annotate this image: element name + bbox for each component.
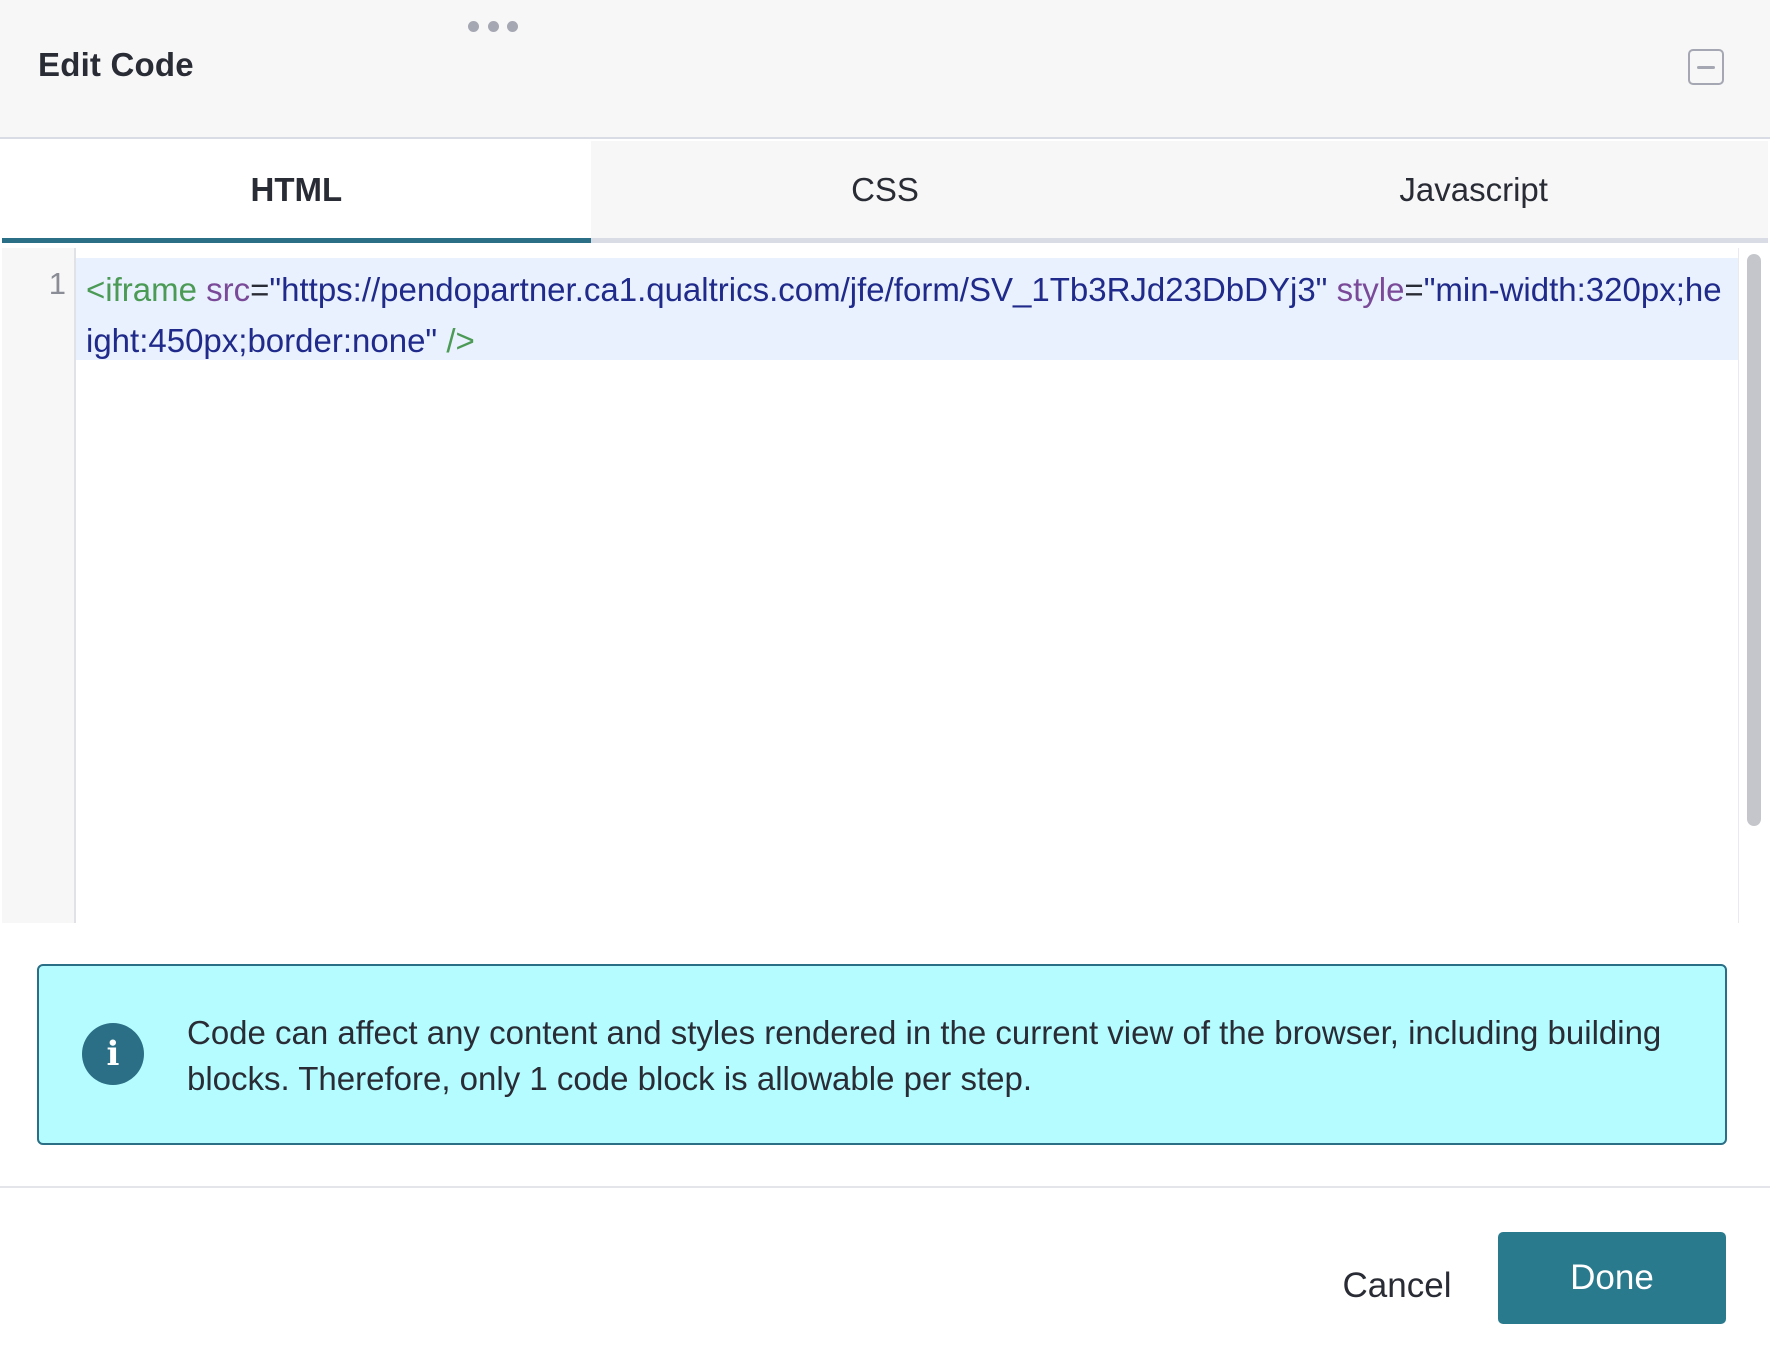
minimize-icon[interactable] xyxy=(1688,49,1724,85)
line-number: 1 xyxy=(48,266,66,301)
minimize-bar xyxy=(1697,65,1715,69)
drag-dot xyxy=(487,20,499,32)
line-gutter: 1 xyxy=(2,248,76,923)
info-banner: i Code can affect any content and styles… xyxy=(37,964,1727,1145)
code-editor[interactable]: 1 <iframe src="https://pendopartner.ca1.… xyxy=(2,248,1768,923)
drag-dot xyxy=(468,20,479,32)
code-tabs: HTML CSS Javascript xyxy=(2,141,1768,243)
scrollbar-thumb[interactable] xyxy=(1747,254,1761,826)
dialog-title: Edit Code xyxy=(38,46,194,83)
code-attr-src: src xyxy=(206,271,251,308)
code-src-value: "https://pendopartner.ca1.qualtrics.com/… xyxy=(269,271,1328,308)
code-tag-close: /> xyxy=(446,322,475,359)
dialog-footer: Cancel Done xyxy=(0,1186,1770,1360)
cancel-button[interactable]: Cancel xyxy=(1322,1256,1472,1316)
code-equals: = xyxy=(250,271,270,308)
code-equals: = xyxy=(1404,271,1424,308)
tab-javascript[interactable]: Javascript xyxy=(1179,141,1768,238)
dialog-header: Edit Code xyxy=(0,0,1770,139)
edit-code-dialog: Edit Code HTML CSS Javascript 1 <iframe … xyxy=(0,0,1770,1360)
info-banner-text: Code can affect any content and styles r… xyxy=(187,1014,1662,1097)
editor-scrollbar[interactable] xyxy=(1738,248,1768,923)
code-attr-style: style xyxy=(1336,271,1405,308)
done-button[interactable]: Done xyxy=(1498,1232,1726,1324)
info-icon: i xyxy=(82,1023,144,1085)
drag-dot xyxy=(507,20,518,32)
code-tag-open: <iframe xyxy=(86,271,197,308)
code-line[interactable]: <iframe src="https://pendopartner.ca1.qu… xyxy=(76,258,1738,360)
tab-html[interactable]: HTML xyxy=(2,141,591,243)
drag-handle-icon[interactable] xyxy=(468,19,518,33)
tab-css[interactable]: CSS xyxy=(591,141,1180,238)
